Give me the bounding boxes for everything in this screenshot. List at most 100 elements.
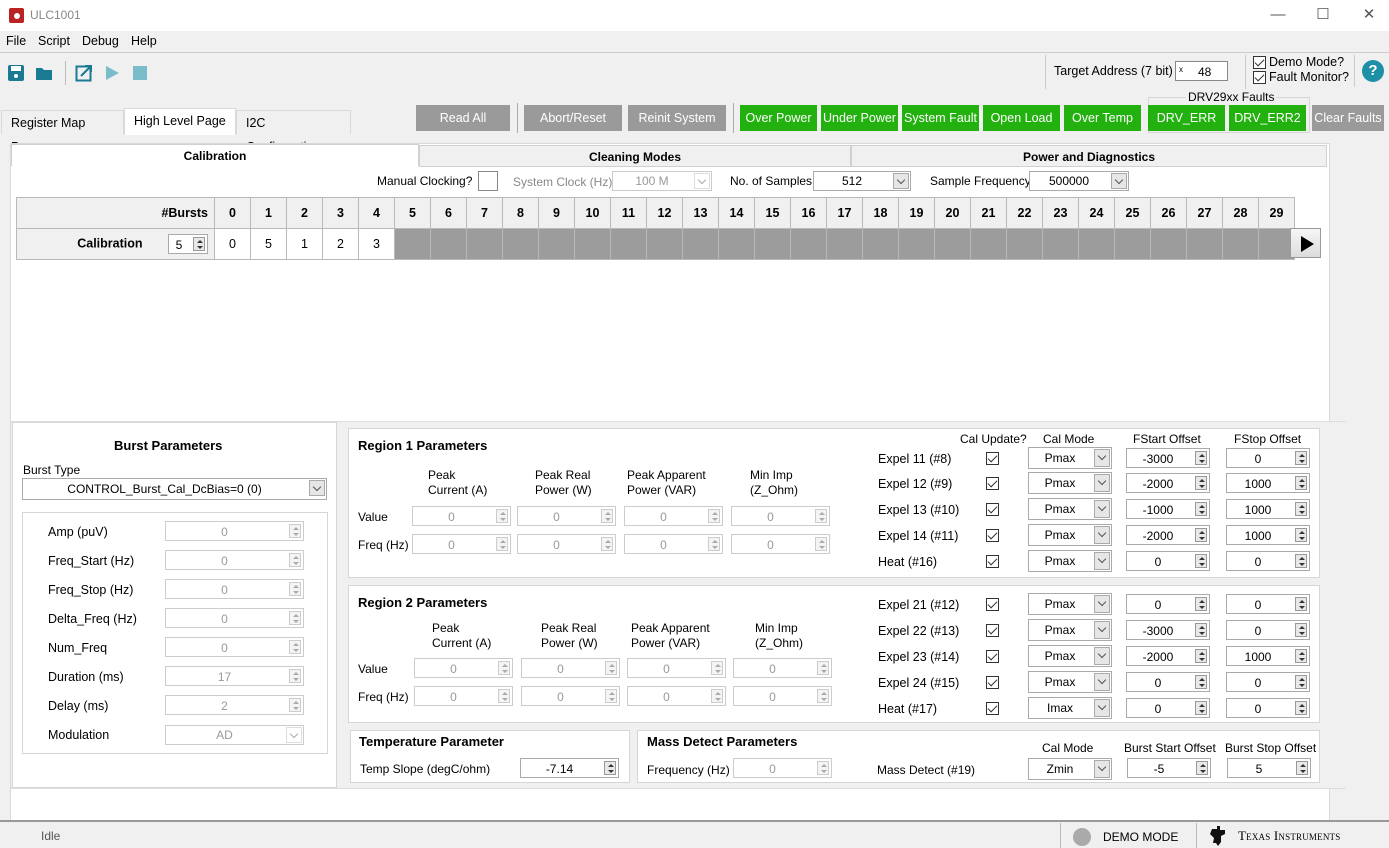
burst-cell[interactable]: 3 [358,228,395,260]
spinner-arrows-icon[interactable] [1195,451,1207,465]
fstart-offset-input[interactable]: -2000 [1126,473,1210,493]
spinner-arrows-icon[interactable] [1295,701,1307,715]
export-icon[interactable] [75,64,93,82]
manual-clocking-checkbox[interactable] [478,171,498,191]
spinner-arrows-icon[interactable] [1195,675,1207,689]
spinner-arrows-icon[interactable] [1195,502,1207,516]
region-value-input[interactable]: 0 [521,658,620,678]
fstart-offset-input[interactable]: -3000 [1126,448,1210,468]
menu-file[interactable]: File [6,34,26,48]
burst-cell[interactable] [826,228,863,260]
tab-power-diagnostics[interactable]: Power and Diagnostics [851,145,1327,167]
burst-cell[interactable] [1186,228,1223,260]
burst-type-select[interactable]: CONTROL_Burst_Cal_DcBias=0 (0) [22,478,327,500]
spinner-arrows-icon[interactable] [1295,528,1307,542]
under-power-indicator[interactable]: Under Power [821,105,898,131]
drv-err2-indicator[interactable]: DRV_ERR2 [1229,105,1306,131]
spinner-arrows-icon[interactable] [496,509,508,523]
temp-slope-input[interactable]: -7.14 [520,758,619,778]
burst-cell[interactable] [718,228,755,260]
demo-mode-checkbox[interactable] [1253,56,1266,69]
cal-mode-select[interactable]: Pmax [1028,498,1112,520]
open-load-indicator[interactable]: Open Load [983,105,1060,131]
reinit-system-button[interactable]: Reinit System [628,105,726,131]
region-freq-input[interactable]: 0 [627,686,726,706]
target-address-input[interactable]: x 48 [1175,61,1228,81]
burst-cell[interactable] [934,228,971,260]
region-value-input[interactable]: 0 [412,506,511,526]
region-freq-input[interactable]: 0 [624,534,723,554]
fstart-offset-input[interactable]: -2000 [1126,525,1210,545]
close-button[interactable]: ✕ [1346,3,1389,27]
region-freq-input[interactable]: 0 [412,534,511,554]
read-all-button[interactable]: Read All [416,105,510,131]
burst-cell[interactable] [538,228,575,260]
spinner-arrows-icon[interactable] [817,689,829,703]
cal-update-checkbox[interactable] [986,477,999,490]
spinner-arrows-icon[interactable] [289,698,301,712]
spinner-arrows-icon[interactable] [604,761,616,775]
fstop-offset-input[interactable]: 1000 [1226,525,1310,545]
spinner-arrows-icon[interactable] [708,537,720,551]
cal-mode-select[interactable]: Imax [1028,697,1112,719]
maximize-button[interactable]: ☐ [1300,3,1346,27]
region-freq-input[interactable]: 0 [733,686,832,706]
spinner-arrows-icon[interactable] [289,524,301,538]
burst-cell[interactable] [682,228,719,260]
burst-cell[interactable] [1150,228,1187,260]
burst-cell[interactable] [970,228,1007,260]
spinner-arrows-icon[interactable] [1295,502,1307,516]
over-power-indicator[interactable]: Over Power [740,105,817,131]
fstop-offset-input[interactable]: 0 [1226,551,1310,571]
spinner-arrows-icon[interactable] [605,661,617,675]
spinner-arrows-icon[interactable] [815,509,827,523]
cal-mode-select[interactable]: Pmax [1028,472,1112,494]
spinner-arrows-icon[interactable] [817,661,829,675]
mass-freq-input[interactable]: 0 [733,758,832,778]
spinner-arrows-icon[interactable] [1295,554,1307,568]
burst-cell[interactable] [646,228,683,260]
cal-update-checkbox[interactable] [986,452,999,465]
burst-cell[interactable] [1042,228,1079,260]
fstart-offset-input[interactable]: 0 [1126,672,1210,692]
burst-count-spinner[interactable]: 5 [168,234,208,254]
spinner-arrows-icon[interactable] [1195,476,1207,490]
region-value-input[interactable]: 0 [627,658,726,678]
spinner-arrows-icon[interactable] [1295,597,1307,611]
burst-cell[interactable] [610,228,647,260]
cal-update-checkbox[interactable] [986,503,999,516]
spinner-arrows-icon[interactable] [1195,554,1207,568]
cal-update-checkbox[interactable] [986,598,999,611]
cal-mode-select[interactable]: Pmax [1028,593,1112,615]
play-button[interactable] [1290,228,1321,258]
cal-mode-select[interactable]: Pmax [1028,447,1112,469]
burst-cell[interactable] [898,228,935,260]
spinner-arrows-icon[interactable] [193,237,205,251]
spinner-arrows-icon[interactable] [605,689,617,703]
region-value-input[interactable]: 0 [624,506,723,526]
burst-cell[interactable] [394,228,431,260]
spinner-arrows-icon[interactable] [817,761,829,775]
spinner-arrows-icon[interactable] [1295,451,1307,465]
open-folder-icon[interactable] [35,64,53,82]
spinner-arrows-icon[interactable] [498,661,510,675]
burst-cell[interactable] [430,228,467,260]
cal-update-checkbox[interactable] [986,702,999,715]
spinner-arrows-icon[interactable] [1195,649,1207,663]
burst-cell[interactable] [1006,228,1043,260]
tab-cleaning-modes[interactable]: Cleaning Modes [419,145,851,167]
spinner-arrows-icon[interactable] [289,582,301,596]
cal-update-checkbox[interactable] [986,624,999,637]
region-freq-input[interactable]: 0 [517,534,616,554]
burst-field-input[interactable]: 0 [165,608,304,628]
cal-update-checkbox[interactable] [986,676,999,689]
spinner-arrows-icon[interactable] [1295,675,1307,689]
spinner-arrows-icon[interactable] [1195,701,1207,715]
cal-mode-select[interactable]: Pmax [1028,619,1112,641]
cal-mode-select[interactable]: Pmax [1028,524,1112,546]
burst-field-input[interactable]: 0 [165,521,304,541]
stop-icon[interactable] [131,64,149,82]
fstop-offset-input[interactable]: 0 [1226,672,1310,692]
fault-monitor-checkbox[interactable] [1253,71,1266,84]
run-icon[interactable] [103,64,121,82]
